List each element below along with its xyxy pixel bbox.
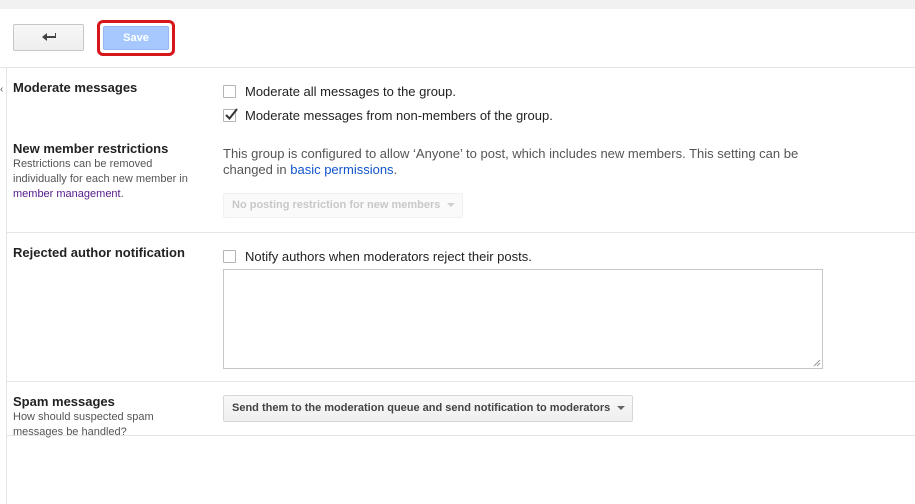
spam-handling-select[interactable]: Send them to the moderation queue and se… bbox=[223, 395, 633, 422]
new-member-restrictions-title: New member restrictions bbox=[13, 141, 169, 156]
notify-authors-option[interactable]: Notify authors when moderators reject th… bbox=[223, 249, 532, 264]
chevron-down-icon bbox=[447, 203, 456, 208]
moderate-all-option[interactable]: Moderate all messages to the group. bbox=[223, 84, 456, 99]
left-rail bbox=[6, 68, 7, 504]
member-management-link[interactable]: member management bbox=[13, 188, 121, 200]
spam-messages-title: Spam messages bbox=[13, 394, 115, 409]
toolbar: Save bbox=[0, 9, 915, 68]
basic-permissions-link[interactable]: basic permissions bbox=[290, 162, 393, 177]
rejected-author-title: Rejected author notification bbox=[13, 245, 185, 260]
moderate-nonmembers-option[interactable]: Moderate messages from non-members of th… bbox=[223, 108, 553, 123]
desc-text: Restrictions can be removed individually… bbox=[13, 158, 188, 185]
save-button[interactable]: Save bbox=[103, 26, 169, 50]
section-divider bbox=[7, 232, 915, 233]
moderate-all-label: Moderate all messages to the group. bbox=[245, 84, 457, 99]
rejection-message-textarea[interactable] bbox=[223, 269, 823, 369]
back-arrow-icon bbox=[41, 29, 57, 47]
moderate-nonmembers-label: Moderate messages from non-members of th… bbox=[245, 108, 553, 123]
notify-authors-label: Notify authors when moderators reject th… bbox=[245, 249, 532, 264]
new-member-restrictions-desc: Restrictions can be removed individually… bbox=[13, 157, 198, 202]
section-divider bbox=[7, 381, 915, 382]
info-suffix: . bbox=[393, 162, 398, 177]
checkmark-icon bbox=[225, 108, 238, 121]
spam-select-value: Send them to the moderation queue and se… bbox=[232, 402, 611, 414]
collapse-handle[interactable]: ‹ bbox=[0, 84, 3, 95]
new-member-select-value: No posting restriction for new members bbox=[232, 199, 441, 211]
moderate-all-checkbox[interactable] bbox=[223, 85, 236, 98]
desc-suffix: . bbox=[120, 188, 124, 200]
new-member-info-text: This group is configured to allow ‘Anyon… bbox=[223, 146, 823, 178]
notify-authors-checkbox[interactable] bbox=[223, 250, 236, 263]
section-divider bbox=[7, 435, 915, 436]
resize-grip-icon[interactable] bbox=[813, 359, 821, 367]
back-button[interactable] bbox=[13, 24, 84, 51]
chevron-down-icon bbox=[617, 406, 626, 411]
moderate-messages-title: Moderate messages bbox=[13, 80, 138, 95]
moderate-nonmembers-checkbox[interactable] bbox=[223, 108, 238, 122]
new-member-restriction-select: No posting restriction for new members bbox=[223, 193, 463, 218]
top-strip bbox=[0, 0, 915, 9]
